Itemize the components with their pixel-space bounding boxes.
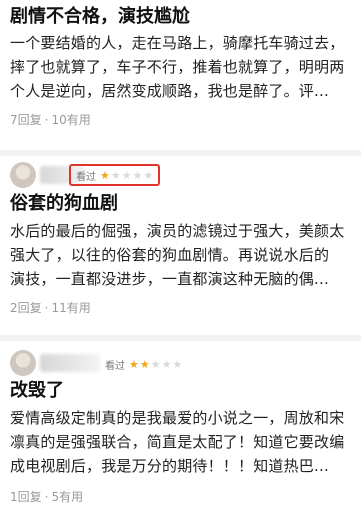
review-meta: 7回复 · 10有用 <box>10 111 91 128</box>
review-card[interactable]: 剧情不合格，演技尴尬 一个要结婚的人，走在马路上，骑摩托车骑过去， 摔了也就算了… <box>0 0 361 152</box>
review-title[interactable]: 改毁了 <box>10 380 64 402</box>
review-meta: 1回复 · 5有用 <box>10 488 83 505</box>
review-excerpt[interactable]: 一个要结婚的人，走在马路上，骑摩托车骑过去， 摔了也就算了，车子不行，推着也就算… <box>10 31 352 103</box>
reply-count[interactable]: 2回复 <box>10 301 42 315</box>
star-icon: ★ <box>139 357 150 371</box>
rating: 看过 ★ ★ ★ ★ ★ <box>105 355 182 373</box>
meta-separator: · <box>44 301 49 315</box>
reply-count[interactable]: 1回复 <box>10 490 42 504</box>
review-excerpt-line: 摔了也就算了，车子不行，推着也就算了，明明两 <box>10 58 345 76</box>
star-icon: ★ <box>110 168 121 182</box>
star-icon: ★ <box>150 357 161 371</box>
star-icon: ★ <box>129 357 139 371</box>
avatar[interactable] <box>10 162 36 188</box>
review-excerpt-line: 演技，一直都没进步，一直都演这种无脑的偶... <box>10 270 329 288</box>
review-excerpt-line: 爱情高级定制真的是我最爱的小说之一，周放和宋 <box>10 409 345 427</box>
helpful-count[interactable]: 10有用 <box>51 113 90 127</box>
watched-label: 看过 <box>105 360 125 372</box>
star-rating: ★ ★ ★ ★ ★ <box>129 359 182 370</box>
reply-count[interactable]: 7回复 <box>10 113 42 127</box>
star-icon: ★ <box>100 168 110 182</box>
review-card[interactable]: 看过 ★ ★ ★ ★ ★ 俗套的狗血剧 水后的最后的倔强，演员的滤镜过于强大，美颜太 强… <box>0 152 361 337</box>
helpful-count[interactable]: 11有用 <box>51 301 90 315</box>
username-redacted[interactable] <box>40 354 100 372</box>
star-icon: ★ <box>161 357 172 371</box>
star-icon: ★ <box>132 168 143 182</box>
review-title[interactable]: 剧情不合格，演技尴尬 <box>10 6 190 28</box>
review-excerpt-line: 个人是逆向，居然变成顺路，我也是醉了。评... <box>10 82 329 100</box>
meta-separator: · <box>44 113 49 127</box>
star-rating: ★ ★ ★ ★ ★ <box>100 170 153 181</box>
review-excerpt[interactable]: 水后的最后的倔强，演员的滤镜过于强大，美颜太 强大了，以往的俗套的狗血剧情。再说… <box>10 219 352 291</box>
review-excerpt-line: 成电视剧后，我是万分的期待！！！知道热巴... <box>10 457 329 475</box>
watched-label: 看过 <box>76 171 96 183</box>
rating: 看过 ★ ★ ★ ★ ★ <box>69 164 161 186</box>
review-title[interactable]: 俗套的狗血剧 <box>10 193 118 215</box>
review-excerpt[interactable]: 爱情高级定制真的是我最爱的小说之一，周放和宋 凛真的是强强联合，简直是太配了！知… <box>10 406 352 478</box>
review-card[interactable]: 看过 ★ ★ ★ ★ ★ 改毁了 爱情高级定制真的是我最爱的小说之一，周放和宋 凛真的是… <box>0 337 361 507</box>
star-icon: ★ <box>172 357 183 371</box>
review-excerpt-line: 强大了，以往的俗套的狗血剧情。再说说水后的 <box>10 246 330 264</box>
helpful-count[interactable]: 5有用 <box>51 490 83 504</box>
review-excerpt-line: 凛真的是强强联合，简直是太配了！知道它要改编 <box>10 433 345 451</box>
star-icon: ★ <box>121 168 132 182</box>
review-excerpt-line: 一个要结婚的人，走在马路上，骑摩托车骑过去， <box>10 34 345 52</box>
star-icon: ★ <box>143 168 154 182</box>
avatar[interactable] <box>10 350 36 376</box>
review-excerpt-line: 水后的最后的倔强，演员的滤镜过于强大，美颜太 <box>10 222 345 240</box>
meta-separator: · <box>44 490 49 504</box>
review-meta: 2回复 · 11有用 <box>10 299 91 316</box>
